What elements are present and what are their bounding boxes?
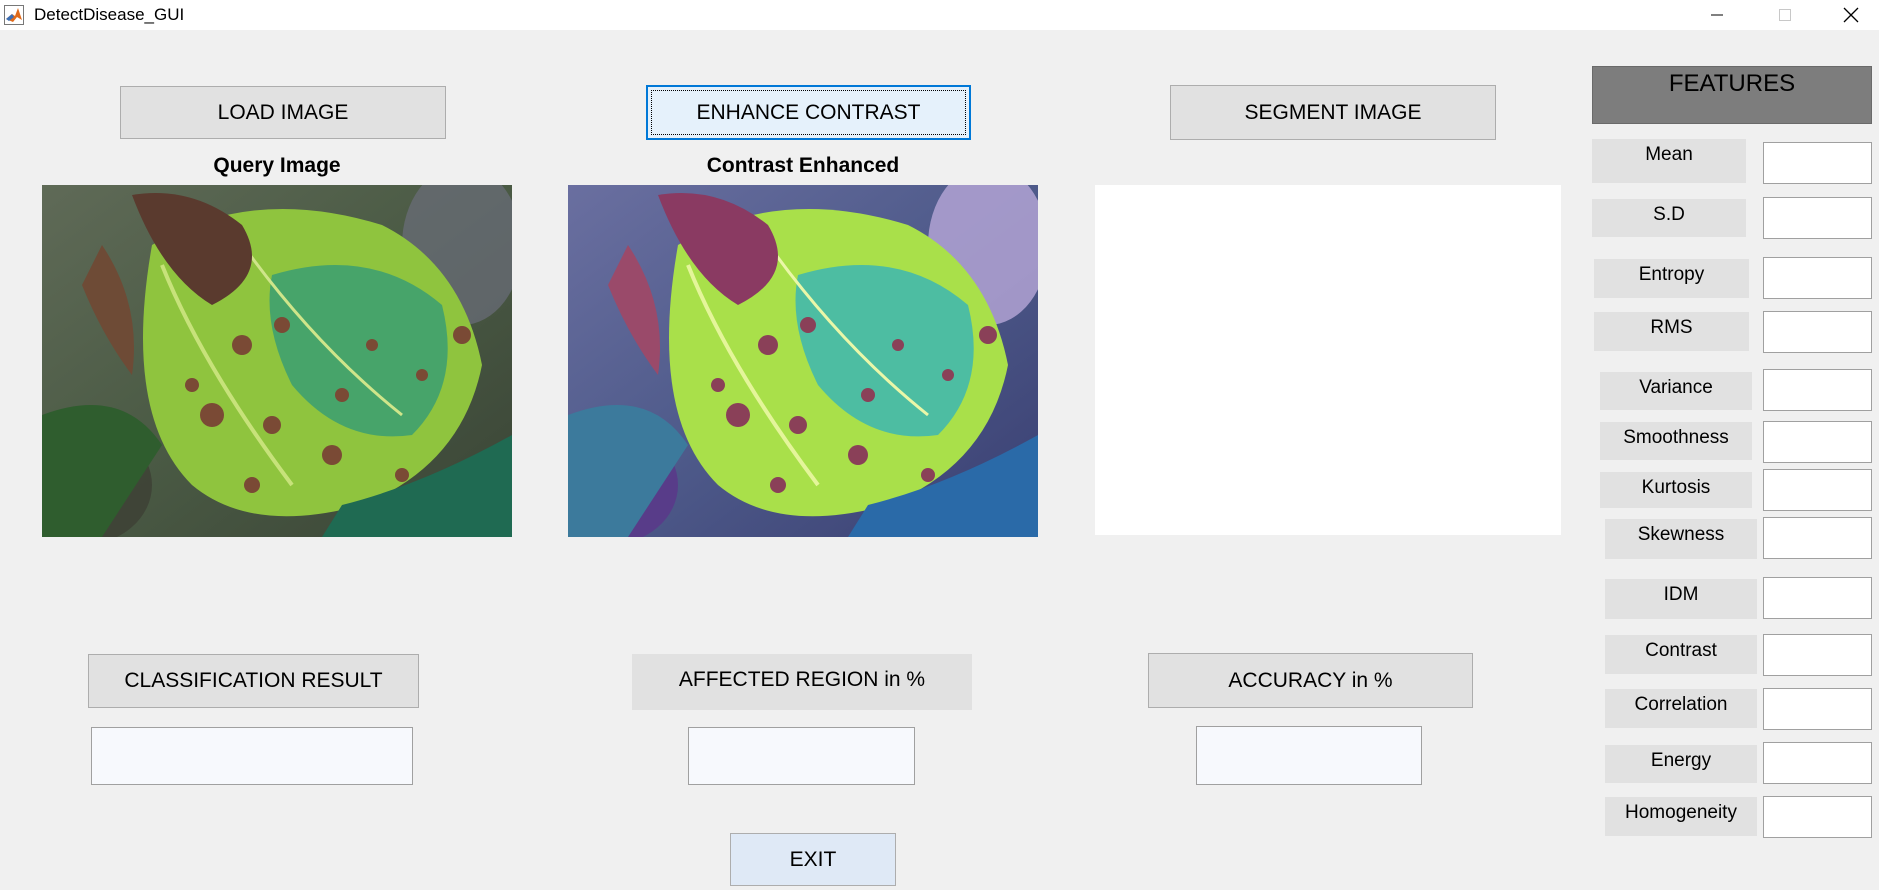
feature-value-rms[interactable] [1763, 311, 1872, 353]
enhanced-leaf-image [568, 185, 1038, 537]
feature-label-idm: IDM [1605, 579, 1757, 619]
affected-region-field[interactable] [688, 727, 915, 785]
query-leaf-image [42, 185, 512, 537]
feature-label-homogeneity: Homogeneity [1605, 797, 1757, 836]
feature-value-skewness[interactable] [1763, 517, 1872, 559]
accuracy-button[interactable]: ACCURACY in % [1148, 653, 1473, 708]
close-icon[interactable] [1823, 0, 1879, 30]
title-bar: DetectDisease_GUI [0, 0, 1879, 30]
feature-label-contrast: Contrast [1605, 635, 1757, 674]
feature-value-variance[interactable] [1763, 369, 1872, 411]
feature-label-energy: Energy [1605, 745, 1757, 783]
feature-label-sd: S.D [1592, 199, 1746, 237]
load-image-button[interactable]: LOAD IMAGE [120, 86, 446, 139]
feature-value-sd[interactable] [1763, 197, 1872, 239]
classification-result-button[interactable]: CLASSIFICATION RESULT [88, 654, 419, 708]
query-image-axes [42, 185, 512, 537]
feature-label-correlation: Correlation [1605, 689, 1757, 728]
feature-value-entropy[interactable] [1763, 257, 1872, 299]
feature-label-variance: Variance [1600, 372, 1752, 410]
feature-value-kurtosis[interactable] [1763, 469, 1872, 511]
contrast-enhanced-axes [568, 185, 1038, 537]
accuracy-field[interactable] [1196, 726, 1422, 785]
feature-value-homogeneity[interactable] [1763, 796, 1872, 838]
feature-label-rms: RMS [1594, 312, 1749, 351]
minimize-icon[interactable] [1689, 0, 1745, 30]
feature-label-skewness: Skewness [1605, 519, 1757, 559]
feature-value-contrast[interactable] [1763, 634, 1872, 676]
segment-image-button[interactable]: SEGMENT IMAGE [1170, 85, 1496, 140]
feature-label-entropy: Entropy [1594, 259, 1749, 298]
feature-value-idm[interactable] [1763, 577, 1872, 619]
feature-value-energy[interactable] [1763, 742, 1872, 784]
enhance-contrast-button[interactable]: ENHANCE CONTRAST [646, 85, 971, 140]
feature-label-mean: Mean [1592, 139, 1746, 183]
segmented-image-axes [1095, 185, 1561, 535]
feature-label-kurtosis: Kurtosis [1600, 472, 1752, 508]
affected-region-label: AFFECTED REGION in % [632, 654, 972, 710]
feature-value-correlation[interactable] [1763, 688, 1872, 730]
exit-button[interactable]: EXIT [730, 833, 896, 886]
classification-result-field[interactable] [91, 727, 413, 785]
feature-value-smoothness[interactable] [1763, 421, 1872, 463]
feature-value-mean[interactable] [1763, 142, 1872, 184]
window-title: DetectDisease_GUI [34, 5, 185, 24]
feature-label-smoothness: Smoothness [1600, 422, 1752, 460]
matlab-icon[interactable] [4, 5, 24, 25]
query-image-title: Query Image [213, 154, 341, 177]
maximize-icon[interactable] [1757, 0, 1813, 30]
features-header: FEATURES [1592, 66, 1872, 124]
contrast-enhanced-title: Contrast Enhanced [706, 154, 900, 177]
